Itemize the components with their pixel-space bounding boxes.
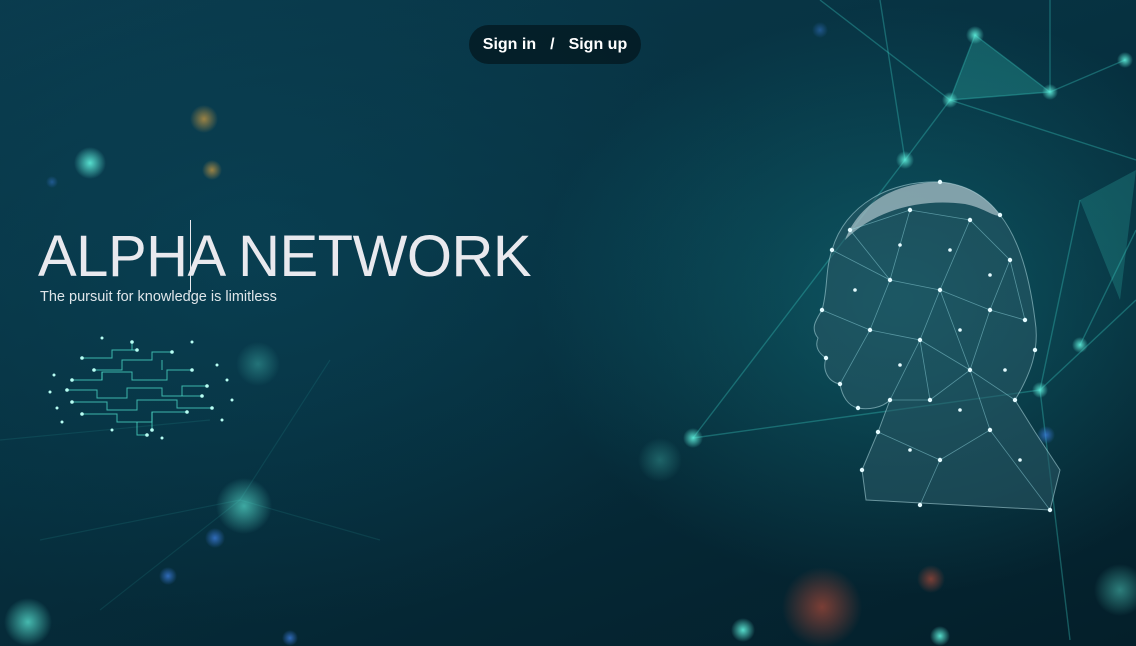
- auth-pill: Sign in / Sign up: [469, 25, 641, 64]
- landing-page: Sign in / Sign up ALPHA NETWORK The purs…: [0, 0, 1136, 646]
- sign-up-link[interactable]: Sign up: [569, 36, 628, 54]
- hero-title: ALPHA NETWORK: [38, 224, 532, 289]
- text-cursor: [190, 220, 191, 292]
- auth-separator: /: [550, 35, 555, 53]
- sign-in-link[interactable]: Sign in: [483, 36, 536, 54]
- wireframe-head-illustration: [813, 179, 1061, 513]
- circuit-brain-icon: [48, 336, 234, 440]
- hero-subtitle: The pursuit for knowledge is limitless: [40, 289, 277, 305]
